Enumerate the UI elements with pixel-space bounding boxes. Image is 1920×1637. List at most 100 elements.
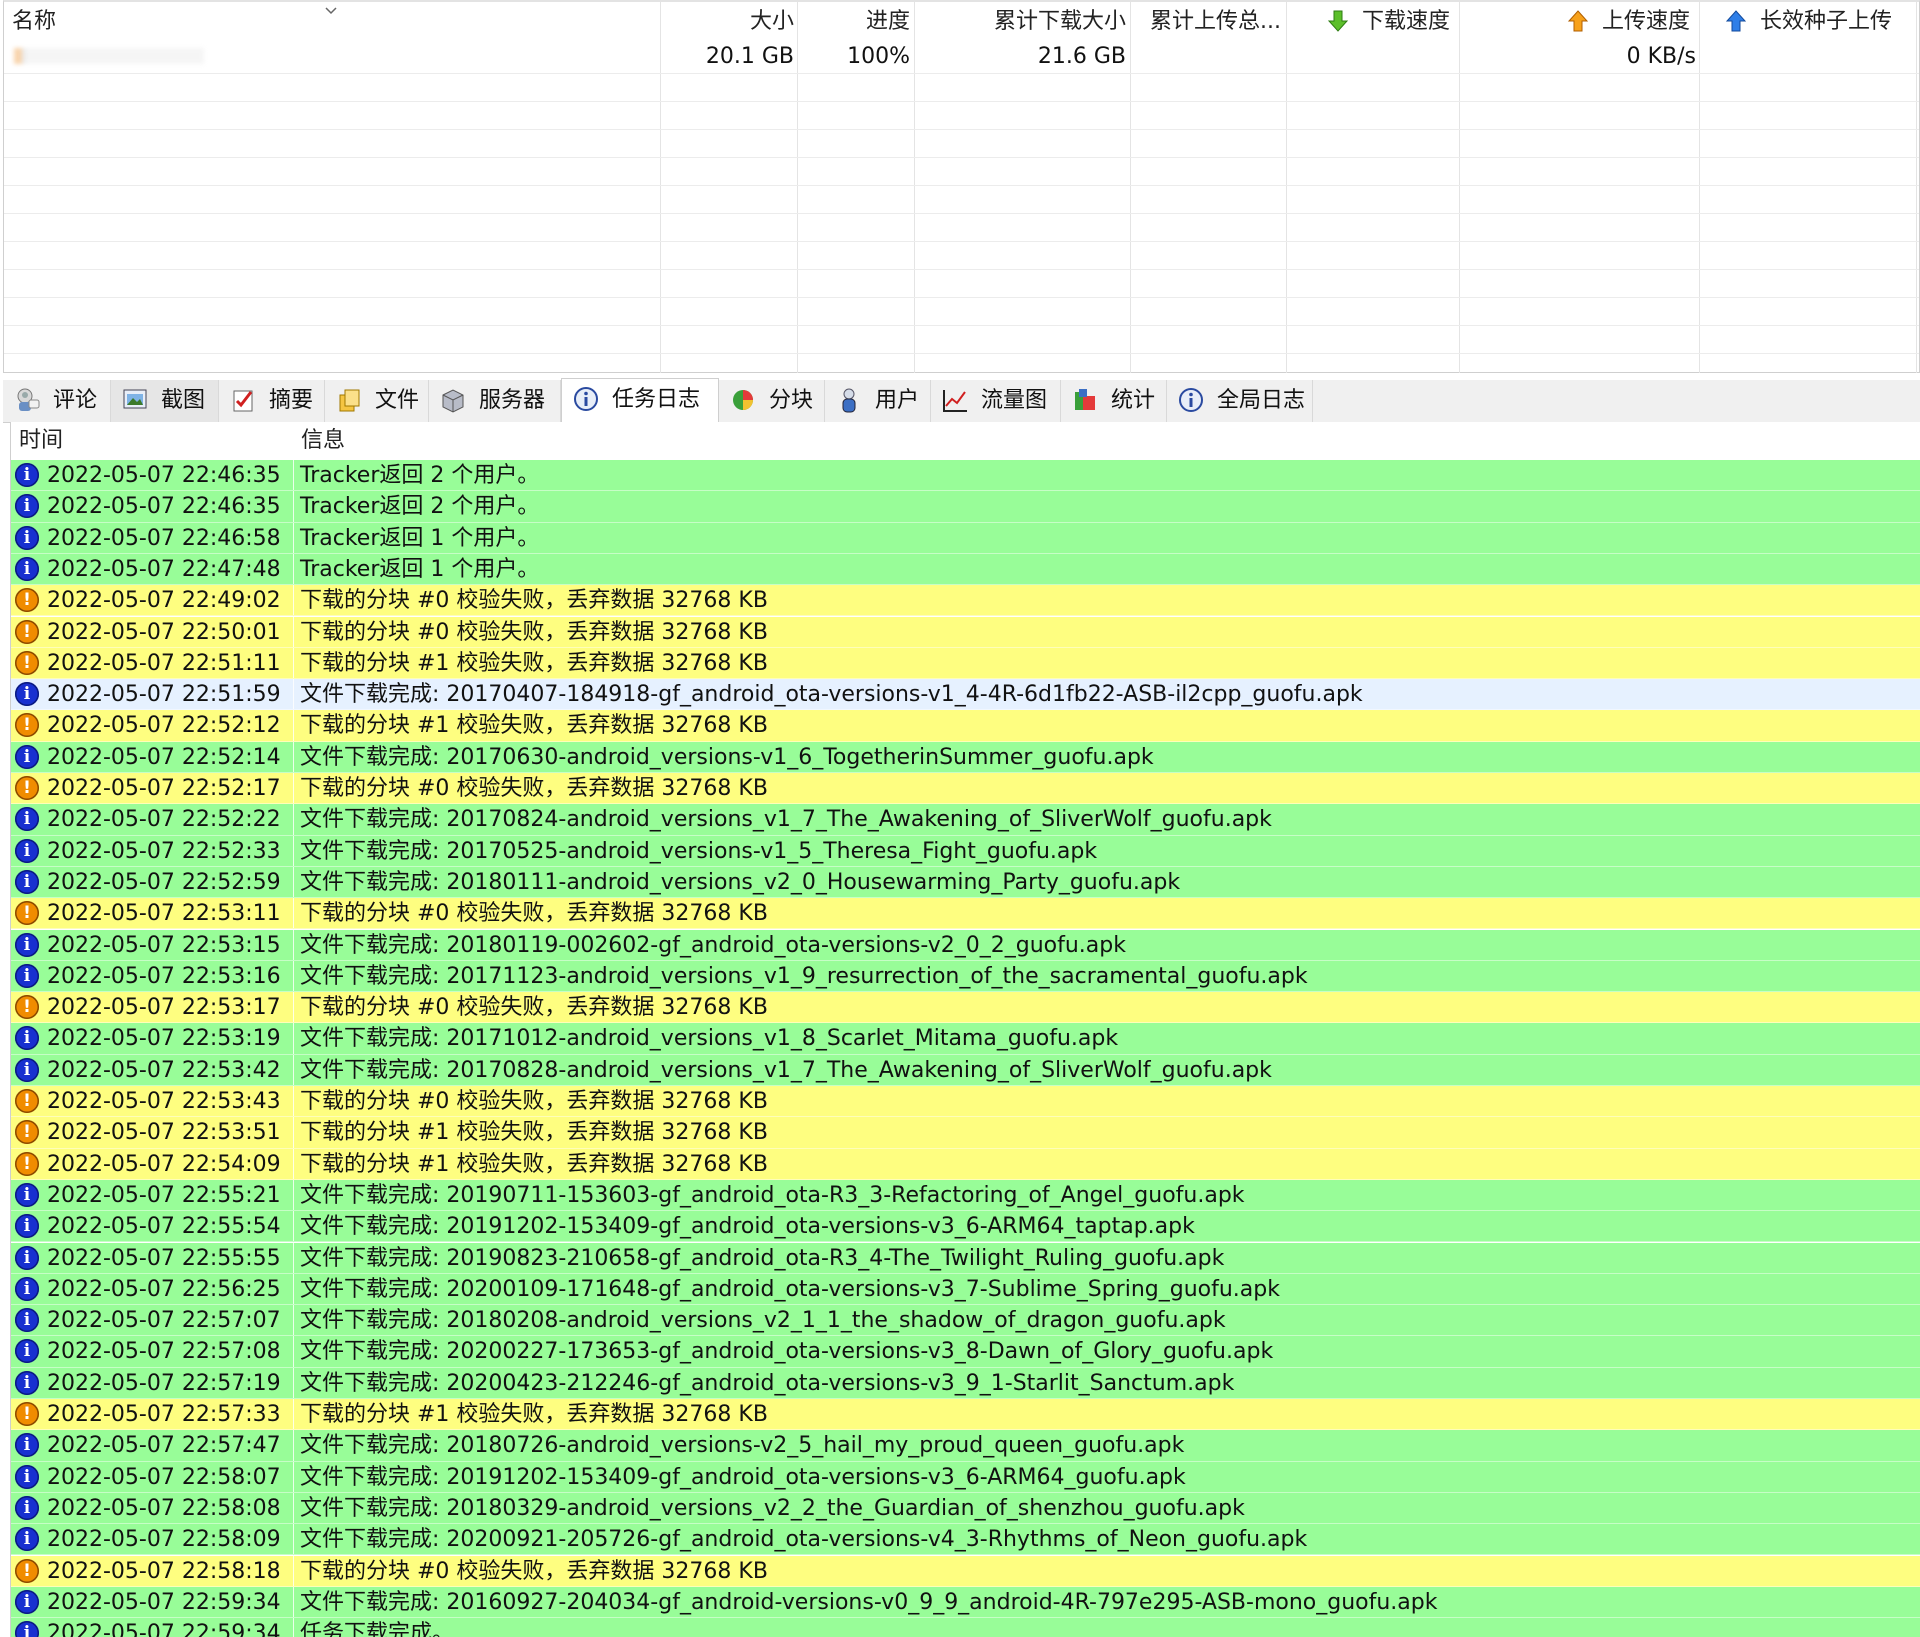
- log-row[interactable]: ! 2022-05-07 22:50:01 下载的分块 #0 校验失败，丢弃数据 3…: [11, 616, 1920, 648]
- download-speed-label: 下载速度: [1362, 9, 1451, 34]
- warning-icon: !: [15, 1402, 39, 1426]
- log-row[interactable]: i 2022-05-07 22:52:14 文件下载完成: 20170630-and…: [11, 741, 1920, 773]
- log-time: 2022-05-07 22:57:33: [47, 1402, 281, 1427]
- log-row[interactable]: i 2022-05-07 22:53:16 文件下载完成: 20171123-and…: [11, 960, 1920, 993]
- column-header-download-speed[interactable]: 下载速度: [1326, 2, 1456, 42]
- log-message: 文件下载完成: 20180111-android_versions_v2_0_H…: [300, 869, 1181, 895]
- info-icon: i: [15, 556, 39, 581]
- tab-label: 统计: [1111, 388, 1156, 413]
- tab-global-log[interactable]: 全局日志: [1167, 380, 1313, 422]
- screenshot-icon: [123, 389, 147, 409]
- log-row[interactable]: i 2022-05-07 22:58:09 文件下载完成: 20200921-205…: [11, 1524, 1920, 1556]
- column-header-message[interactable]: 信息: [301, 422, 345, 460]
- log-row[interactable]: i 2022-05-07 22:52:59 文件下载完成: 20180111-and…: [11, 866, 1920, 899]
- column-header-upload-speed[interactable]: 上传速度: [1566, 2, 1696, 42]
- log-row[interactable]: i 2022-05-07 22:59:34 文件下载完成: 20160927-204…: [11, 1586, 1920, 1619]
- column-separator: [293, 647, 294, 679]
- log-row[interactable]: i 2022-05-07 22:57:19 文件下载完成: 20200423-212…: [11, 1367, 1920, 1399]
- log-message: Tracker返回 2 个用户。: [300, 463, 540, 488]
- column-separator: [293, 1086, 294, 1117]
- task-log-panel[interactable]: 时间 信息 i 2022-05-07 22:46:35 Tracker返回 2 个用…: [10, 422, 1920, 1637]
- task-row[interactable]: 20.1 GB 100% 21.6 GB 0 KB/s: [4, 40, 1919, 74]
- column-separator: [293, 866, 294, 898]
- tab-statistics[interactable]: 统计: [1061, 380, 1167, 422]
- tab-traffic-graph[interactable]: 流量图: [931, 380, 1061, 422]
- log-row[interactable]: i 2022-05-07 22:57:08 文件下载完成: 20200227-173…: [11, 1336, 1920, 1368]
- log-row[interactable]: ! 2022-05-07 22:53:11 下载的分块 #0 校验失败，丢弃数据 3…: [11, 898, 1920, 930]
- log-message: 文件下载完成: 20200423-212246-gf_android_ota-v…: [300, 1370, 1235, 1396]
- task-name-redacted: [14, 48, 214, 64]
- log-row[interactable]: i 2022-05-07 22:53:42 文件下载完成: 20170828-and…: [11, 1054, 1920, 1086]
- tab-label: 截图: [161, 388, 206, 413]
- arrow-up-icon: [1725, 10, 1747, 32]
- log-row[interactable]: i 2022-05-07 22:53:15 文件下载完成: 20180119-002…: [11, 929, 1920, 961]
- tab-servers[interactable]: 服务器: [429, 380, 561, 422]
- log-row[interactable]: i 2022-05-07 22:55:55 文件下载完成: 20190823-210…: [11, 1242, 1920, 1274]
- log-row[interactable]: i 2022-05-07 22:47:48 Tracker返回 1 个用户。: [11, 553, 1920, 586]
- tab-comments[interactable]: 评论: [3, 380, 111, 422]
- log-row[interactable]: ! 2022-05-07 22:52:12 下载的分块 #1 校验失败，丢弃数据 3…: [11, 710, 1920, 742]
- log-row[interactable]: i 2022-05-07 22:53:19 文件下载完成: 20171012-and…: [11, 1023, 1920, 1055]
- log-row[interactable]: ! 2022-05-07 22:52:17 下载的分块 #0 校验失败，丢弃数据 3…: [11, 773, 1920, 805]
- info-icon: i: [15, 1026, 39, 1051]
- column-separator: [293, 1524, 294, 1555]
- log-row[interactable]: i 2022-05-07 22:46:35 Tracker返回 2 个用户。: [11, 460, 1920, 492]
- column-separator: [293, 804, 294, 835]
- log-row[interactable]: ! 2022-05-07 22:53:51 下载的分块 #1 校验失败，丢弃数据 3…: [11, 1117, 1920, 1149]
- seed-upload-label: 长效种子上传: [1760, 9, 1893, 34]
- log-time: 2022-05-07 22:53:19: [47, 1026, 281, 1052]
- log-row[interactable]: i 2022-05-07 22:46:58 Tracker返回 1 个用户。: [11, 522, 1920, 554]
- row-divider: [4, 101, 1919, 102]
- tab-files[interactable]: 文件: [325, 380, 429, 422]
- column-header-time[interactable]: 时间: [19, 422, 63, 460]
- summary-icon: [233, 390, 253, 412]
- log-message: 文件下载完成: 20170630-android_versions-v1_6_T…: [300, 744, 1154, 770]
- log-row[interactable]: i 2022-05-07 22:58:07 文件下载完成: 20191202-153…: [11, 1461, 1920, 1493]
- column-header-uploaded-total[interactable]: 累计上传总...: [1150, 2, 1282, 42]
- column-header-downloaded-total[interactable]: 累计下载大小: [918, 2, 1126, 42]
- column-header-size[interactable]: 大小: [664, 2, 794, 42]
- tab-peers[interactable]: 用户: [825, 380, 931, 422]
- log-message: 下载的分块 #0 校验失败，丢弃数据 32768 KB: [300, 619, 768, 645]
- log-row[interactable]: i 2022-05-07 22:59:34 任务下载完成。: [11, 1618, 1920, 1637]
- log-row[interactable]: i 2022-05-07 22:57:47 文件下载完成: 20180726-and…: [11, 1430, 1920, 1462]
- log-row[interactable]: i 2022-05-07 22:58:08 文件下载完成: 20180329-and…: [11, 1492, 1920, 1525]
- log-row[interactable]: i 2022-05-07 22:46:35 Tracker返回 2 个用户。: [11, 491, 1920, 523]
- column-header-seed-upload[interactable]: 长效种子上传: [1724, 2, 1920, 42]
- log-row[interactable]: ! 2022-05-07 22:58:18 下载的分块 #0 校验失败，丢弃数据 3…: [11, 1555, 1920, 1587]
- log-row[interactable]: i 2022-05-07 22:57:07 文件下载完成: 20180208-and…: [11, 1305, 1920, 1337]
- log-row[interactable]: ! 2022-05-07 22:49:02 下载的分块 #0 校验失败，丢弃数据 3…: [11, 585, 1920, 617]
- column-header-progress[interactable]: 进度: [800, 2, 910, 42]
- task-list[interactable]: 名称 大小 进度 累计下载大小 累计上传总... 下载速度 上传速度 长效种子上…: [3, 0, 1920, 373]
- info-icon: i: [15, 1214, 39, 1239]
- task-upload-speed: 0 KB/s: [1626, 44, 1696, 69]
- log-row[interactable]: i 2022-05-07 22:52:22 文件下载完成: 20170824-and…: [11, 804, 1920, 836]
- log-message: 任务下载完成。: [300, 1621, 455, 1637]
- log-row[interactable]: ! 2022-05-07 22:53:17 下载的分块 #0 校验失败，丢弃数据 3…: [11, 992, 1920, 1024]
- log-row[interactable]: i 2022-05-07 22:52:33 文件下载完成: 20170525-and…: [11, 835, 1920, 867]
- log-row[interactable]: ! 2022-05-07 22:54:09 下载的分块 #1 校验失败，丢弃数据 3…: [11, 1148, 1920, 1180]
- log-row[interactable]: ! 2022-05-07 22:51:11 下载的分块 #1 校验失败，丢弃数据 3…: [11, 647, 1920, 680]
- log-message: 下载的分块 #1 校验失败，丢弃数据 32768 KB: [300, 1120, 768, 1146]
- log-row[interactable]: i 2022-05-07 22:56:25 文件下载完成: 20200109-171…: [11, 1273, 1920, 1306]
- column-separator: [293, 585, 294, 616]
- tab-pieces[interactable]: 分块: [719, 380, 825, 422]
- log-row[interactable]: i 2022-05-07 22:55:21 文件下载完成: 20190711-153…: [11, 1179, 1920, 1212]
- files-icon: [339, 389, 360, 412]
- log-row[interactable]: i 2022-05-07 22:55:54 文件下载完成: 20191202-153…: [11, 1211, 1920, 1243]
- tab-summary[interactable]: 摘要: [219, 380, 325, 422]
- log-row[interactable]: i 2022-05-07 22:51:59 文件下载完成: 20170407-184…: [11, 679, 1920, 711]
- log-time: 2022-05-07 22:58:08: [47, 1495, 281, 1521]
- column-header-name[interactable]: 名称: [12, 2, 212, 42]
- log-row[interactable]: ! 2022-05-07 22:57:33 下载的分块 #1 校验失败，丢弃数据 3…: [11, 1399, 1920, 1431]
- column-separator: [293, 1555, 294, 1586]
- log-time: 2022-05-07 22:53:15: [47, 932, 281, 958]
- log-time: 2022-05-07 22:53:43: [47, 1089, 281, 1114]
- column-separator: [293, 1179, 294, 1211]
- log-message: Tracker返回 2 个用户。: [300, 494, 540, 520]
- tab-screenshots[interactable]: 截图: [111, 380, 219, 422]
- column-separator: [293, 1618, 294, 1637]
- log-row[interactable]: ! 2022-05-07 22:53:43 下载的分块 #0 校验失败，丢弃数据 3…: [11, 1086, 1920, 1118]
- tab-task-log[interactable]: 任务日志: [561, 378, 719, 423]
- tab-label: 摘要: [269, 388, 314, 413]
